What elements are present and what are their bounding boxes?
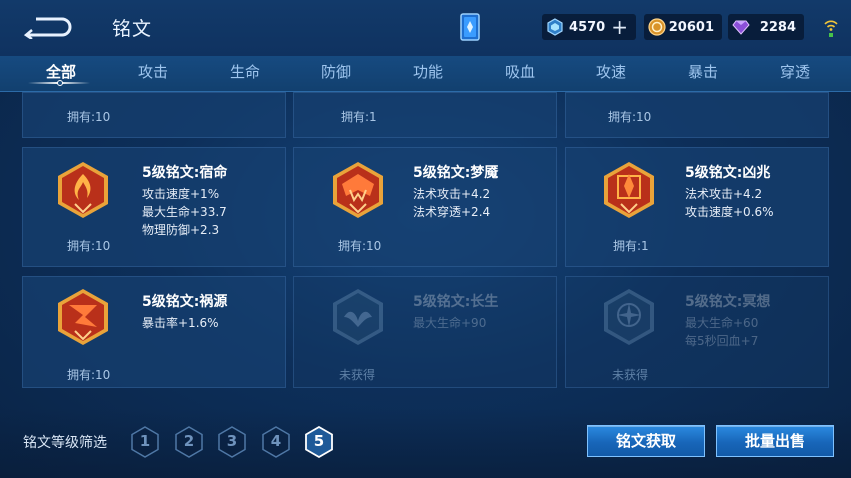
tab-lifesteal[interactable]: 吸血 — [485, 61, 555, 82]
rune-name: 5级铭文:凶兆 — [685, 165, 771, 181]
rune-name: 5级铭文:梦魇 — [413, 165, 499, 181]
coin-icon — [648, 18, 666, 36]
flame-emblem-icon — [58, 162, 108, 218]
active-tab-dot — [57, 80, 63, 86]
diamond-icon — [732, 20, 750, 35]
add-gem-button[interactable]: + — [611, 17, 628, 37]
rune-card[interactable]: 5级铭文:凶兆 法术攻击+4.2 攻击速度+0.6% 拥有:1 — [565, 147, 829, 267]
diamond-currency: 2284 — [728, 14, 804, 40]
rune-attribute: 法术攻击+4.2 — [685, 187, 763, 201]
longevity-emblem-icon — [333, 289, 383, 345]
tab-defense[interactable]: 防御 — [301, 61, 371, 82]
rune-card-icon[interactable] — [458, 12, 482, 42]
owned-count: 拥有:10 — [67, 239, 111, 253]
tab-all[interactable]: 全部 — [26, 61, 96, 82]
level-number: 5 — [313, 432, 325, 450]
rune-card[interactable]: 5级铭文:祸源 暴击率+1.6% 拥有:10 — [22, 276, 286, 388]
rune-name: 5级铭文:宿命 — [142, 165, 228, 181]
tab-critical[interactable]: 暴击 — [668, 61, 738, 82]
bulk-sell-button[interactable]: 批量出售 — [716, 425, 834, 457]
owned-count: 拥有:10 — [608, 110, 652, 124]
back-arrow-icon — [23, 17, 72, 39]
owned-count: 拥有:10 — [67, 368, 111, 382]
owned-count: 拥有:1 — [613, 239, 649, 253]
owned-count: 拥有:10 — [67, 110, 111, 124]
rune-attribute: 攻击速度+1% — [142, 187, 220, 201]
tab-attack[interactable]: 攻击 — [118, 61, 188, 82]
not-acquired-label: 未获得 — [612, 368, 649, 382]
coin-amount: 20601 — [668, 19, 714, 35]
rune-attribute: 最大生命+33.7 — [142, 205, 227, 219]
rune-attribute: 法术攻击+4.2 — [413, 187, 491, 201]
rune-name: 5级铭文:祸源 — [142, 294, 228, 310]
rune-attribute: 最大生命+90 — [413, 316, 487, 330]
rune-name: 5级铭文:长生 — [413, 294, 499, 310]
owned-count: 拥有:1 — [341, 110, 377, 124]
rune-card-partial[interactable]: 拥有:10 — [22, 92, 286, 138]
rune-attribute: 每5秒回血+7 — [685, 334, 759, 348]
level-filter-1[interactable]: 1 — [130, 426, 160, 458]
nightmare-emblem-icon — [333, 162, 383, 218]
omen-emblem-icon — [604, 162, 654, 218]
rune-card[interactable]: 5级铭文:梦魇 法术攻击+4.2 法术穿透+2.4 拥有:10 — [293, 147, 557, 267]
meditation-emblem-icon — [604, 289, 654, 345]
not-acquired-label: 未获得 — [339, 368, 376, 382]
level-number: 4 — [270, 432, 282, 450]
calamity-emblem-icon — [58, 289, 108, 345]
gem-currency: 4570 + — [542, 14, 636, 40]
rune-acquire-button[interactable]: 铭文获取 — [587, 425, 705, 457]
rune-card-locked[interactable]: 5级铭文:长生 最大生命+90 未获得 — [293, 276, 557, 388]
level-filter-2[interactable]: 2 — [174, 426, 204, 458]
level-filter-5[interactable]: 5 — [304, 425, 334, 459]
rune-attribute: 物理防御+2.3 — [142, 223, 220, 237]
rune-attribute: 最大生命+60 — [685, 316, 759, 330]
rune-attribute: 攻击速度+0.6% — [685, 205, 774, 219]
gem-amount: 4570 — [569, 19, 606, 35]
level-filter-3[interactable]: 3 — [217, 426, 247, 458]
rune-attribute: 法术穿透+2.4 — [413, 205, 491, 219]
diamond-amount: 2284 — [759, 19, 796, 35]
rune-card-locked[interactable]: 5级铭文:冥想 最大生命+60 每5秒回血+7 未获得 — [565, 276, 829, 388]
level-filter-label: 铭文等级筛选 — [23, 435, 107, 451]
level-number: 3 — [226, 432, 238, 450]
rune-card-partial[interactable]: 拥有:10 — [565, 92, 829, 138]
gem-icon — [547, 18, 563, 36]
level-number: 1 — [139, 432, 151, 450]
rune-card[interactable]: 5级铭文:宿命 攻击速度+1% 最大生命+33.7 物理防御+2.3 拥有:10 — [22, 147, 286, 267]
level-number: 2 — [183, 432, 195, 450]
tab-attack-speed[interactable]: 攻速 — [576, 61, 646, 82]
tab-penetration[interactable]: 穿透 — [760, 61, 830, 82]
tab-health[interactable]: 生命 — [210, 61, 280, 82]
rune-card-partial[interactable]: 拥有:1 — [293, 92, 557, 138]
level-filter-4[interactable]: 4 — [261, 426, 291, 458]
coin-currency: 20601 — [644, 14, 722, 40]
rune-name: 5级铭文:冥想 — [685, 294, 771, 310]
back-button[interactable] — [22, 12, 74, 42]
tab-utility[interactable]: 功能 — [393, 61, 463, 82]
page-title: 铭文 — [112, 18, 153, 40]
signal-icon — [824, 20, 838, 37]
owned-count: 拥有:10 — [338, 239, 382, 253]
rune-attribute: 暴击率+1.6% — [142, 316, 219, 330]
